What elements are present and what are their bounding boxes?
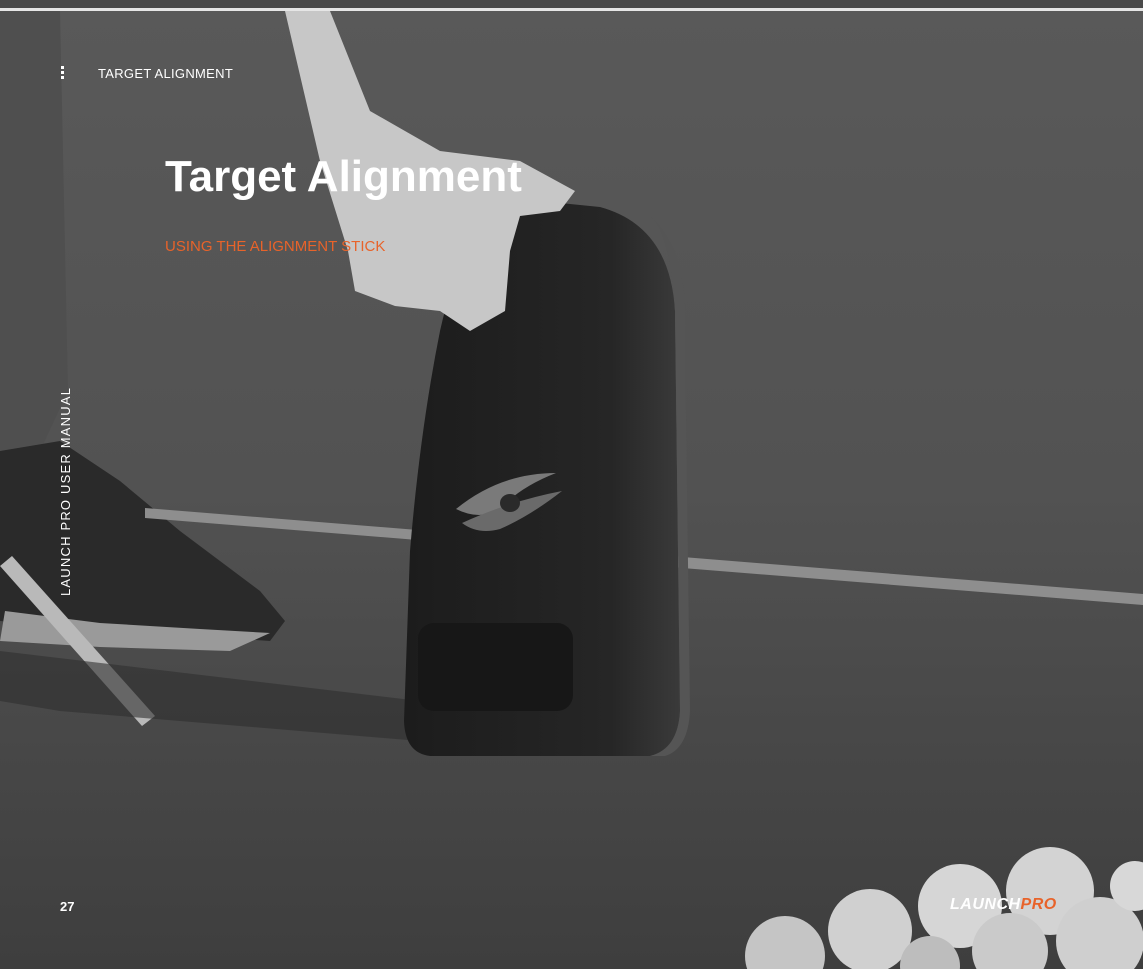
vertical-dots-icon[interactable] xyxy=(60,66,66,80)
page-subtitle: USING THE ALIGNMENT STICK xyxy=(165,238,386,255)
manual-label: LAUNCH PRO USER MANUAL xyxy=(58,386,73,596)
page-number: 27 xyxy=(60,899,75,914)
device-screen xyxy=(418,623,573,711)
page-title: Target Alignment xyxy=(165,152,522,201)
breadcrumb: TARGET ALIGNMENT xyxy=(98,66,234,81)
brand-logo-part2: PRO xyxy=(1020,896,1057,913)
manual-page: TARGET ALIGNMENT Target Alignment USING … xyxy=(0,0,1143,969)
brand-logo-part1: LAUNCH xyxy=(950,896,1021,913)
brand-logo: LAUNCHPRO xyxy=(950,896,1057,914)
